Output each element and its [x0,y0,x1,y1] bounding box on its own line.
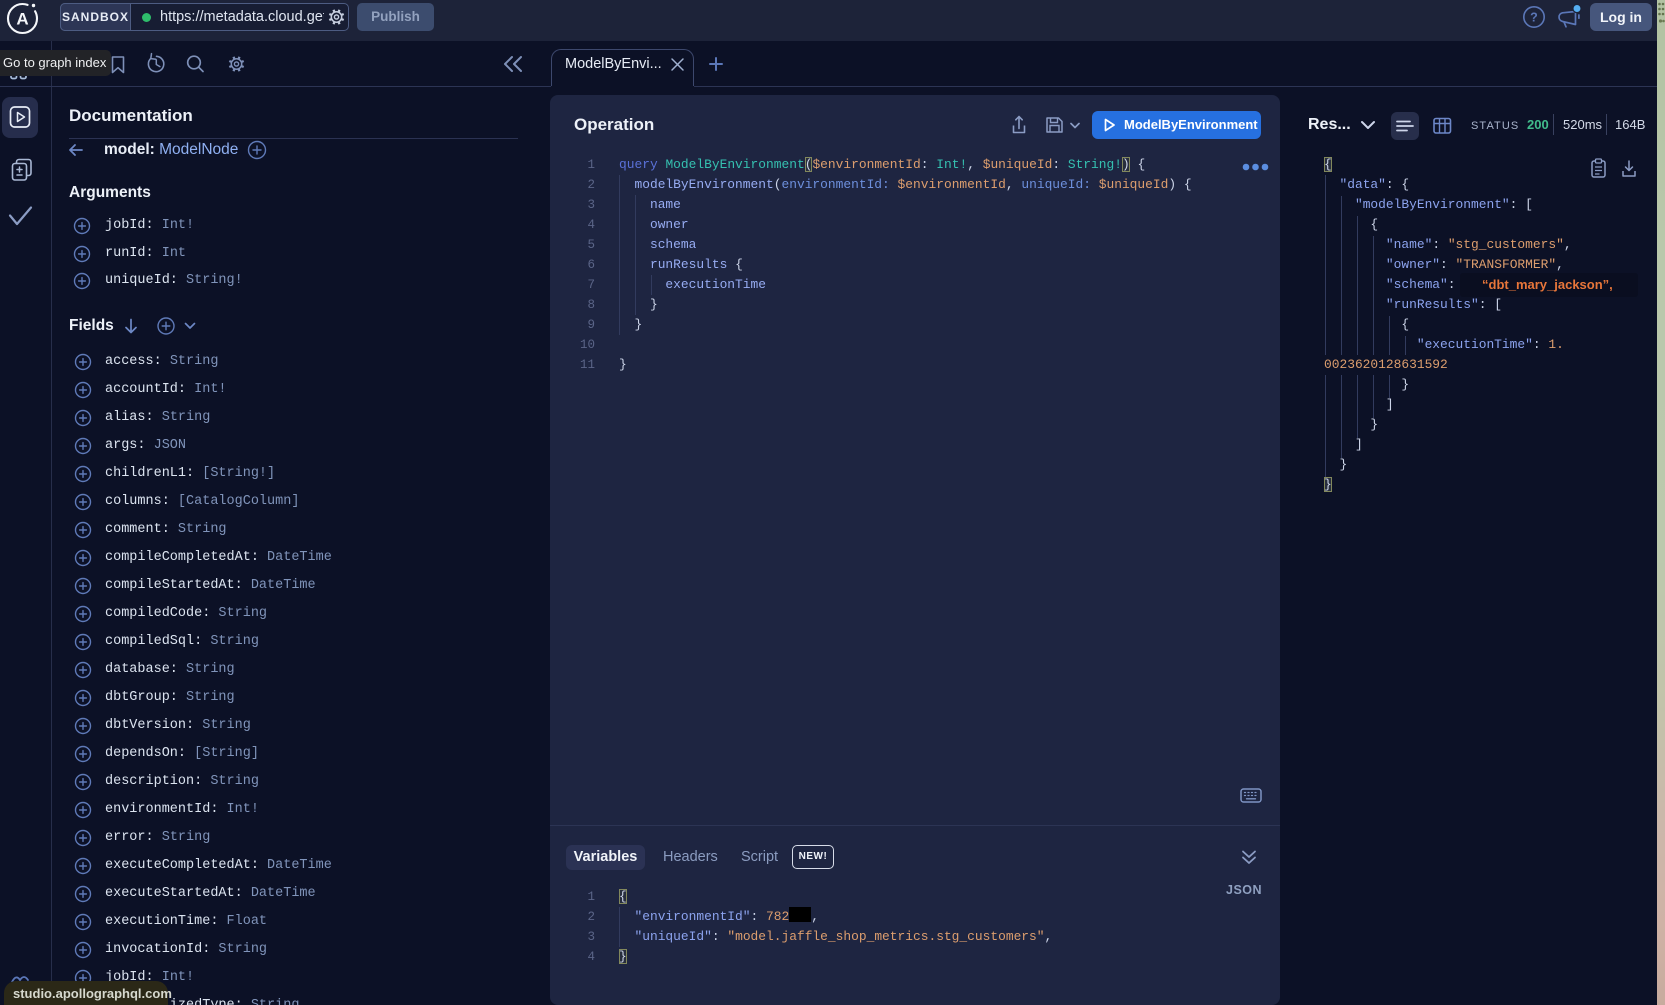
svg-text:?: ? [1530,11,1538,25]
